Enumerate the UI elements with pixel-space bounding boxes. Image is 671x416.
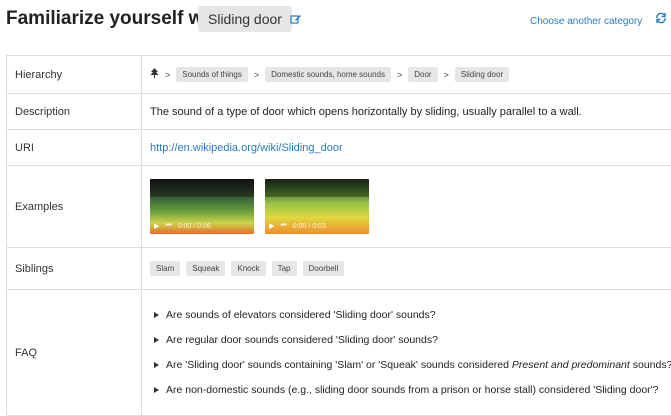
breadcrumb-separator: > <box>254 70 259 80</box>
breadcrumb-separator: > <box>444 70 449 80</box>
play-icon[interactable]: ▶ <box>154 222 159 230</box>
row-label: Siblings <box>7 248 142 290</box>
sibling-tag[interactable]: Squeak <box>186 261 225 276</box>
breadcrumb-item[interactable]: Domestic sounds, home sounds <box>265 67 391 82</box>
breadcrumb-item[interactable]: Sliding door <box>455 67 509 82</box>
description-text: The sound of a type of door which opens … <box>142 94 671 130</box>
description-row: Description The sound of a type of door … <box>7 94 671 130</box>
row-label: Hierarchy <box>7 56 142 94</box>
tree-icon <box>150 68 159 81</box>
siblings-list: Slam Squeak Knock Tap Doorbell <box>150 261 671 276</box>
rewind-icon[interactable]: ⏮ <box>165 222 171 230</box>
siblings-row: Siblings Slam Squeak Knock Tap Doorbell <box>7 248 671 290</box>
faq-item[interactable]: Are regular door sounds considered 'Slid… <box>150 334 671 346</box>
example-audio-player[interactable]: ▶ ⏮ 0:00 / 0:03 <box>265 179 369 234</box>
sibling-tag[interactable]: Doorbell <box>303 261 345 276</box>
page-header: Familiarize yourself with Sliding door C… <box>0 0 671 42</box>
faq-item[interactable]: Are non-domestic sounds (e.g., sliding d… <box>150 384 671 396</box>
rewind-icon[interactable]: ⏮ <box>280 222 286 230</box>
play-icon[interactable]: ▶ <box>269 222 274 230</box>
breadcrumb-item[interactable]: Door <box>408 67 437 82</box>
faq-row: FAQ Are sounds of elevators considered '… <box>7 290 671 416</box>
edit-icon[interactable] <box>290 12 302 30</box>
breadcrumb-separator: > <box>165 70 170 80</box>
page-title: Familiarize yourself with <box>6 8 227 30</box>
category-info-table: Hierarchy > Sounds of things > Domestic … <box>6 55 671 416</box>
row-label: Examples <box>7 166 142 248</box>
refresh-icon[interactable] <box>655 12 667 27</box>
faq-item-text: Are 'Sliding door' sounds containing 'Sl… <box>166 359 509 371</box>
faq-list: Are sounds of elevators considered 'Slid… <box>150 309 671 396</box>
breadcrumb: > Sounds of things > Domestic sounds, ho… <box>150 67 671 82</box>
row-label: Description <box>7 94 142 130</box>
row-label: URI <box>7 130 142 166</box>
sibling-tag[interactable]: Knock <box>231 261 265 276</box>
category-badge: Sliding door <box>198 6 292 32</box>
faq-item-emphasis: Present and predominant <box>512 359 630 371</box>
row-label: FAQ <box>7 290 142 416</box>
breadcrumb-separator: > <box>397 70 402 80</box>
sibling-tag[interactable]: Tap <box>272 261 297 276</box>
uri-link[interactable]: http://en.wikipedia.org/wiki/Sliding_doo… <box>150 142 343 154</box>
uri-row: URI http://en.wikipedia.org/wiki/Sliding… <box>7 130 671 166</box>
faq-item-tail: sounds? <box>630 359 671 371</box>
sibling-tag[interactable]: Slam <box>150 261 180 276</box>
faq-item[interactable]: Are 'Sliding door' sounds containing 'Sl… <box>150 359 671 371</box>
choose-another-category-link[interactable]: Choose another category <box>530 16 642 27</box>
examples-row: Examples ▶ ⏮ 0:00 / 0:06 ▶ ⏮ 0:00 / 0:03 <box>7 166 671 248</box>
playback-time: 0:00 / 0:03 <box>293 223 326 230</box>
breadcrumb-item[interactable]: Sounds of things <box>176 67 248 82</box>
hierarchy-row: Hierarchy > Sounds of things > Domestic … <box>7 56 671 94</box>
example-audio-player[interactable]: ▶ ⏮ 0:00 / 0:06 <box>150 179 254 234</box>
playback-time: 0:00 / 0:06 <box>178 223 211 230</box>
faq-item[interactable]: Are sounds of elevators considered 'Slid… <box>150 309 671 321</box>
